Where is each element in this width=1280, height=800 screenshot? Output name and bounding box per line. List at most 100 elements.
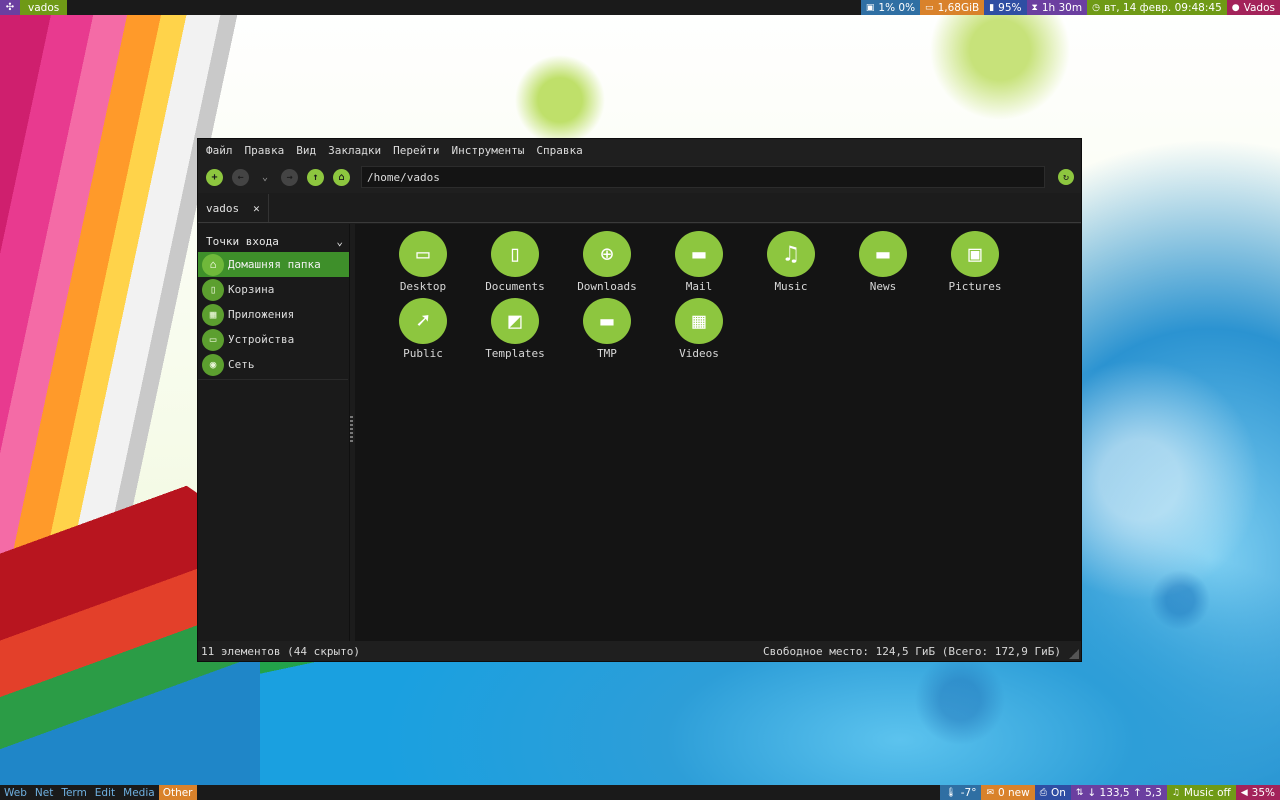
file-item-label: Downloads bbox=[577, 280, 637, 293]
templates-folder-icon: ◩ bbox=[491, 298, 539, 344]
file-item-music[interactable]: ♫ Music bbox=[745, 231, 837, 293]
forward-button[interactable]: → bbox=[281, 168, 298, 186]
back-button[interactable]: ← bbox=[232, 168, 249, 186]
memory-icon: ▭ bbox=[925, 2, 934, 13]
file-item-label: Videos bbox=[679, 347, 719, 360]
battery-icon: ▮ bbox=[989, 2, 995, 13]
home-icon: ⌂ bbox=[202, 253, 224, 276]
history-chevron-down-icon[interactable]: ⌄ bbox=[258, 172, 272, 183]
file-item-label: Mail bbox=[685, 280, 713, 293]
top-widget-memory[interactable]: ▭ 1,68GiB bbox=[920, 0, 985, 15]
pictures-folder-icon: ▣ bbox=[951, 231, 999, 277]
printer-icon: ⎙ bbox=[1039, 787, 1047, 798]
tag-media[interactable]: Media bbox=[119, 785, 159, 800]
sidebar-item-2[interactable]: ▦ Приложения bbox=[198, 302, 349, 327]
mail-icon: ✉ bbox=[986, 787, 994, 798]
file-item-label: Music bbox=[774, 280, 808, 293]
menu-file[interactable]: Файл bbox=[206, 144, 239, 157]
tag-term[interactable]: Term bbox=[57, 785, 90, 800]
network-speed-icon: ⇅ bbox=[1075, 787, 1084, 798]
monitor-icon: ▭ bbox=[202, 328, 224, 351]
menu-edit[interactable]: Правка bbox=[245, 144, 291, 157]
file-item-news[interactable]: ▬ News bbox=[837, 231, 929, 293]
sidebar-item-1[interactable]: ▯ Корзина bbox=[198, 277, 349, 302]
menu-help[interactable]: Справка bbox=[536, 144, 588, 157]
menu-go[interactable]: Перейти bbox=[393, 144, 445, 157]
apps-icon: ▦ bbox=[202, 303, 224, 326]
hourglass-icon: ⧗ bbox=[1031, 2, 1038, 13]
top-widget-cpu[interactable]: ▣ 1% 0% bbox=[860, 0, 921, 15]
launcher-icon[interactable]: ✣ bbox=[0, 0, 20, 15]
path-input[interactable]: /home/vados bbox=[361, 166, 1045, 188]
file-item-tmp[interactable]: ▬ TMP bbox=[561, 298, 653, 360]
bottom-widget-mail[interactable]: ✉ 0 new bbox=[981, 785, 1035, 800]
chevron-down-icon[interactable]: ⌄ bbox=[336, 235, 343, 248]
top-widget-text: 1,68GiB bbox=[937, 1, 980, 14]
sidebar-item-label: Сеть bbox=[228, 358, 255, 371]
top-widget-user[interactable]: ● Vados bbox=[1226, 0, 1280, 15]
panel-spacer bbox=[67, 0, 861, 15]
bottom-widget-printer[interactable]: ⎙ On bbox=[1034, 785, 1071, 800]
tag-edit[interactable]: Edit bbox=[91, 785, 119, 800]
sidebar-item-label: Устройства bbox=[228, 333, 295, 346]
workspace-label[interactable]: vados bbox=[20, 0, 68, 15]
status-bar: 11 элементов (44 скрыто) Свободное место… bbox=[198, 641, 1081, 661]
up-button[interactable]: ↑ bbox=[307, 168, 324, 186]
top-widget-hourglass[interactable]: ⧗ 1h 30m bbox=[1026, 0, 1088, 15]
cpu-icon: ▣ bbox=[865, 2, 875, 13]
trash-icon: ▯ bbox=[202, 278, 224, 301]
menu-tools[interactable]: Инструменты bbox=[451, 144, 530, 157]
refresh-button[interactable]: ↻ bbox=[1058, 169, 1074, 185]
file-item-label: Templates bbox=[485, 347, 545, 360]
pane-resize-handle[interactable] bbox=[350, 416, 353, 442]
menu-bar: Файл Правка Вид Закладки Перейти Инструм… bbox=[198, 139, 1081, 161]
menu-view[interactable]: Вид bbox=[296, 144, 322, 157]
file-item-documents[interactable]: ▯ Documents bbox=[469, 231, 561, 293]
tab-label: vados bbox=[206, 201, 240, 215]
thermometer-icon: 🌡 bbox=[945, 787, 957, 798]
top-widget-text: 1% 0% bbox=[878, 1, 916, 14]
window-resize-grip[interactable] bbox=[1069, 649, 1079, 659]
new-tab-button[interactable]: + bbox=[206, 168, 223, 186]
top-panel: ✣ vados ▣ 1% 0% ▭ 1,68GiB ▮ 95% ⧗ 1h 30m ◷ вт, 14… bbox=[0, 0, 1280, 15]
bottom-widget-text: 0 new bbox=[998, 786, 1030, 799]
file-item-public[interactable]: ➚ Public bbox=[377, 298, 469, 360]
bottom-widget-text: ↓ 133,5 ↑ 5,3 bbox=[1087, 786, 1162, 799]
close-tab-icon[interactable]: ✕ bbox=[253, 202, 260, 215]
sidebar: Точки входа ⌄ ⌂ Домашняя папка ▯ Корзина ▦ Пр… bbox=[198, 224, 353, 641]
documents-folder-icon: ▯ bbox=[491, 231, 539, 277]
desktop-folder-icon: ▭ bbox=[399, 231, 447, 277]
videos-folder-icon: ▦ bbox=[675, 298, 723, 344]
home-button[interactable]: ⌂ bbox=[333, 168, 350, 186]
sidebar-item-4[interactable]: ◉ Сеть bbox=[198, 352, 349, 377]
sidebar-item-3[interactable]: ▭ Устройства bbox=[198, 327, 349, 352]
menu-bookmarks[interactable]: Закладки bbox=[328, 144, 387, 157]
bottom-widget-text: -7° bbox=[960, 786, 977, 799]
file-item-desktop[interactable]: ▭ Desktop bbox=[377, 231, 469, 293]
public-folder-icon: ➚ bbox=[399, 298, 447, 344]
top-widget-text: 1h 30m bbox=[1041, 1, 1083, 14]
tab-vados[interactable]: vados ✕ bbox=[198, 194, 269, 222]
top-widget-battery[interactable]: ▮ 95% bbox=[984, 0, 1027, 15]
status-item-count: 11 элементов (44 скрыто) bbox=[201, 644, 360, 658]
tag-net[interactable]: Net bbox=[31, 785, 57, 800]
bottom-widget-headphones[interactable]: ♫ Music off bbox=[1166, 785, 1236, 800]
bottom-widget-volume[interactable]: ◀ 35% bbox=[1235, 785, 1280, 800]
file-item-label: Documents bbox=[485, 280, 545, 293]
tag-web[interactable]: Web bbox=[0, 785, 31, 800]
file-item-videos[interactable]: ▦ Videos bbox=[653, 298, 745, 360]
file-item-mail[interactable]: ▬ Mail bbox=[653, 231, 745, 293]
top-widget-text: Vados bbox=[1243, 1, 1275, 14]
file-item-pictures[interactable]: ▣ Pictures bbox=[929, 231, 1021, 293]
folder-icon: ▬ bbox=[675, 231, 723, 277]
file-item-templates[interactable]: ◩ Templates bbox=[469, 298, 561, 360]
file-item-downloads[interactable]: ⊕ Downloads bbox=[561, 231, 653, 293]
bottom-widget-thermometer[interactable]: 🌡 -7° bbox=[940, 785, 982, 800]
bottom-widget-network-speed[interactable]: ⇅ ↓ 133,5 ↑ 5,3 bbox=[1070, 785, 1167, 800]
sidebar-header[interactable]: Точки входа ⌄ bbox=[198, 230, 349, 252]
file-item-label: News bbox=[869, 280, 897, 293]
folder-icon: ▬ bbox=[583, 298, 631, 344]
top-widget-clock[interactable]: ◷ вт, 14 февр. 09:48:45 bbox=[1087, 0, 1227, 15]
tag-other[interactable]: Other bbox=[158, 785, 197, 800]
sidebar-item-0[interactable]: ⌂ Домашняя папка bbox=[198, 252, 349, 277]
